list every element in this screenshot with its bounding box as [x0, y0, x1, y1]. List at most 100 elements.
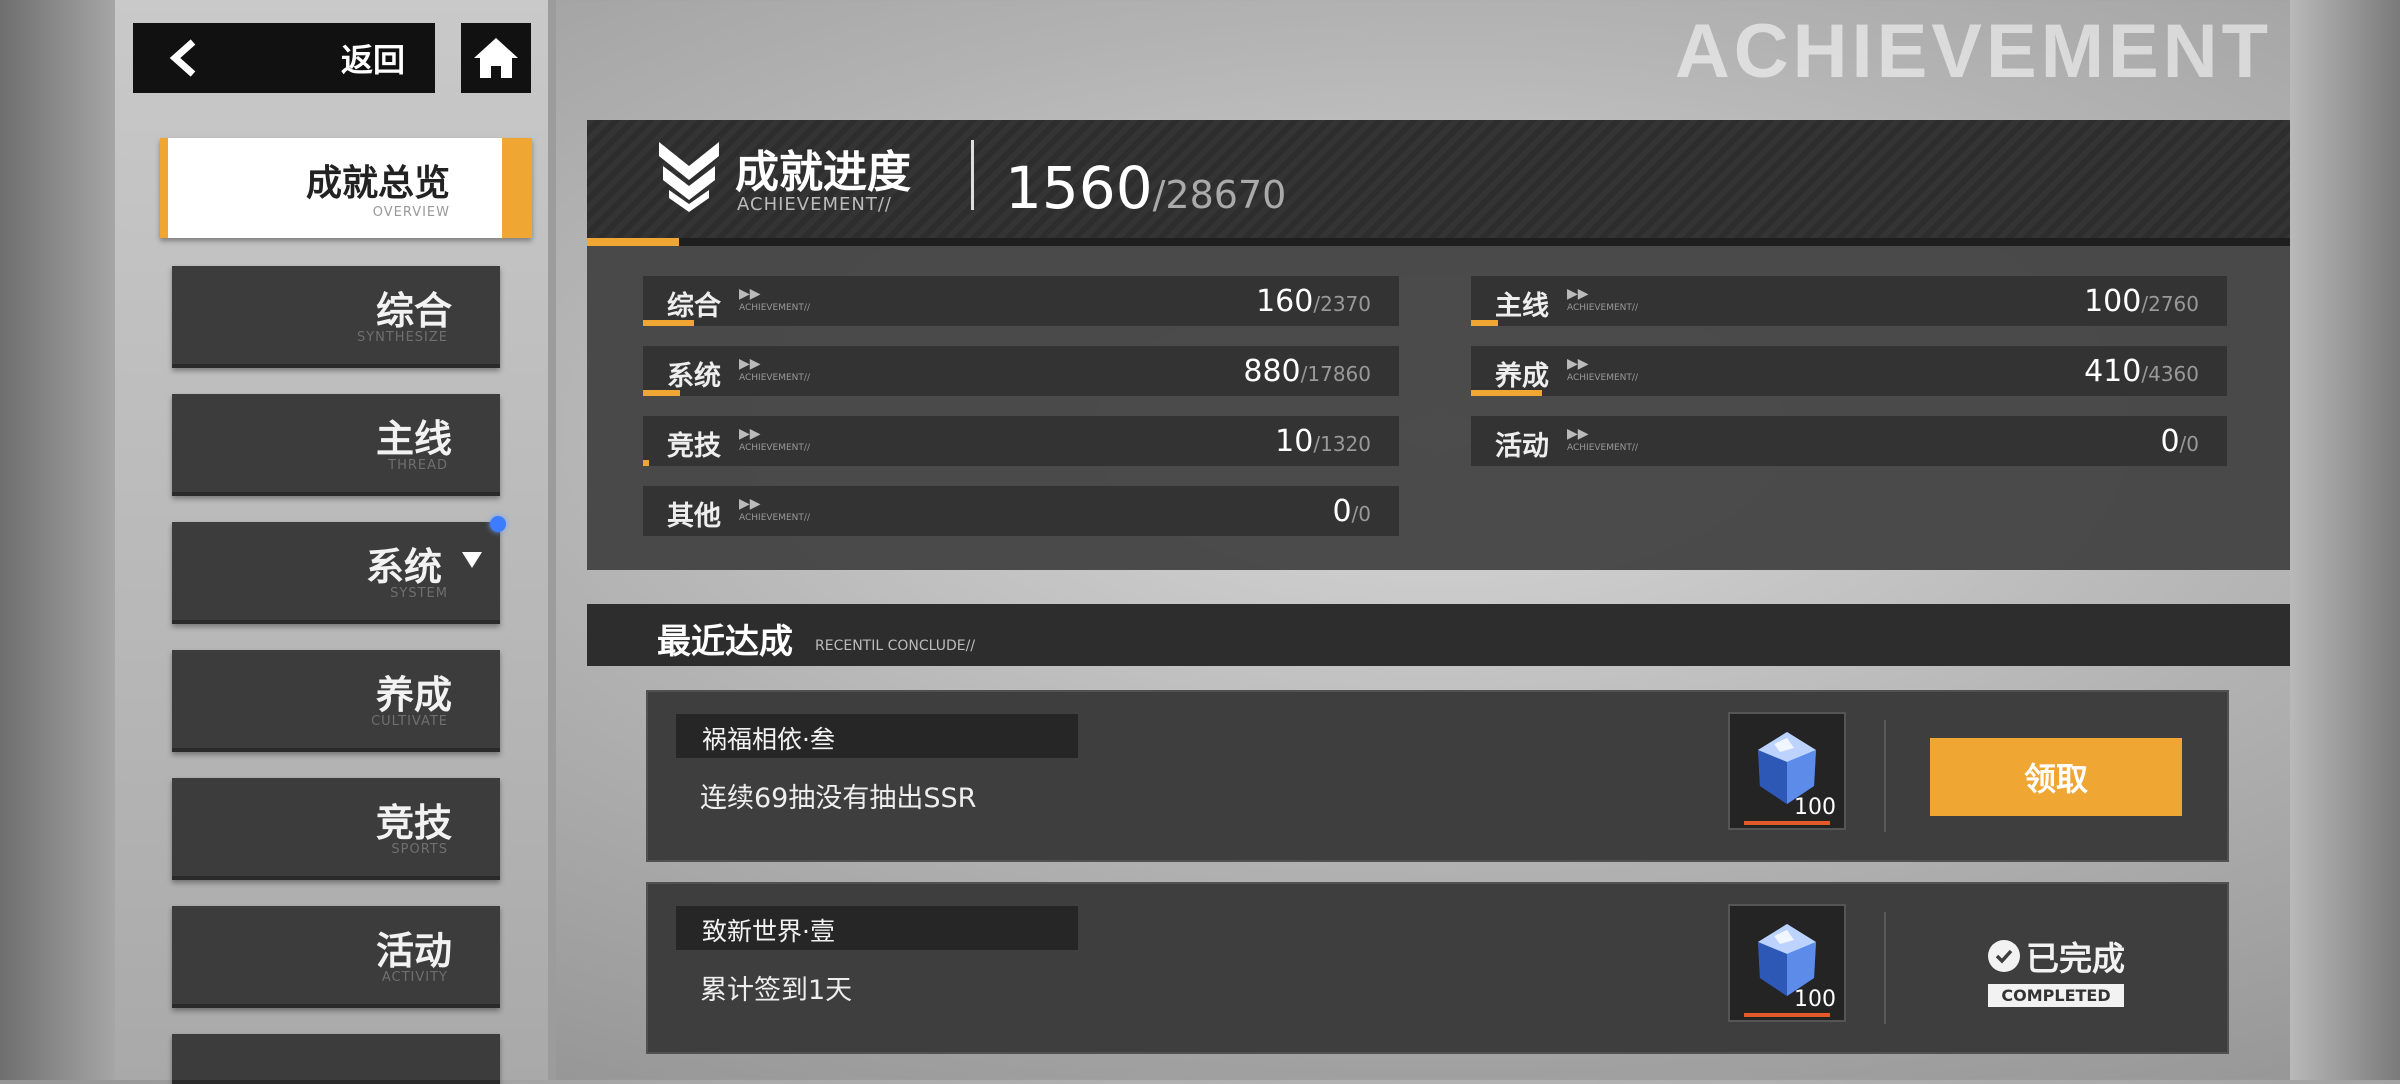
chevron-left-icon — [169, 39, 196, 77]
category-value: 0/0 — [2160, 424, 2199, 459]
checkmark-icon — [1988, 940, 2020, 972]
category-sublabel: ACHIEVEMENT// — [739, 373, 810, 383]
category-label: 综合 — [667, 291, 721, 322]
completed-sublabel: COMPLETED — [1988, 984, 2124, 1007]
completed-row: 已完成 — [1988, 932, 2128, 980]
category-row-system: 系统 ▶▶ ACHIEVEMENT// 880/17860 — [643, 346, 1399, 396]
sidebar-edge — [548, 0, 556, 1080]
completed-label: 已完成 — [2026, 939, 2125, 978]
category-total: /2370 — [1313, 292, 1371, 316]
sidebar-item-more[interactable] — [172, 1034, 500, 1084]
sidebar-item-overview[interactable]: 成就总览 OVERVIEW — [160, 138, 532, 238]
background-left — [0, 0, 115, 1080]
card-divider — [1884, 912, 1886, 1024]
fast-forward-icon: ▶▶ — [739, 356, 761, 372]
header-underline — [587, 238, 2290, 246]
card-divider — [1884, 720, 1886, 832]
reward-item[interactable]: 100 — [1728, 712, 1846, 830]
category-value: 880/17860 — [1243, 354, 1371, 389]
sidebar-item-sublabel: OVERVIEW — [372, 205, 450, 220]
sidebar-item-label: 主线 — [375, 417, 452, 461]
category-total: /1320 — [1313, 432, 1371, 456]
reward-underline — [1744, 821, 1830, 825]
achievement-name-tag: 祸福相依·叁 — [676, 714, 1078, 758]
progress-subtitle: ACHIEVEMENT// — [737, 194, 892, 215]
category-total: /0 — [1351, 502, 1371, 526]
achievement-description: 连续69抽没有抽出SSR — [700, 783, 977, 814]
sidebar-item-sublabel: SYNTHESIZE — [356, 330, 448, 345]
category-row-sports: 竞技 ▶▶ ACHIEVEMENT// 10/1320 — [643, 416, 1399, 466]
recent-subtitle: RECENTIL CONCLUDE// — [815, 638, 976, 654]
recent-title: 最近达成 — [657, 622, 793, 662]
header-accent — [587, 238, 679, 246]
header-divider — [971, 140, 974, 210]
category-count: 100 — [2084, 284, 2142, 319]
recent-achievements-header: 最近达成 RECENTIL CONCLUDE// — [587, 604, 2290, 666]
category-label: 系统 — [667, 361, 721, 392]
fast-forward-icon: ▶▶ — [1567, 426, 1589, 442]
claim-button[interactable]: 领取 — [1930, 738, 2182, 816]
sidebar-item-activity[interactable]: 活动 ACTIVITY — [172, 906, 500, 1008]
achievement-card: 致新世界·壹 累计签到1天 100 已完成 COMPLETED — [646, 882, 2229, 1054]
back-button[interactable]: 返回 — [133, 23, 435, 93]
category-row-synthesize: 综合 ▶▶ ACHIEVEMENT// 160/2370 — [643, 276, 1399, 326]
category-progress-bar — [643, 320, 695, 326]
category-total: /0 — [2179, 432, 2199, 456]
fast-forward-icon: ▶▶ — [739, 426, 761, 442]
sidebar-item-cultivate[interactable]: 养成 CULTIVATE — [172, 650, 500, 752]
category-value: 410/4360 — [2084, 354, 2199, 389]
category-count: 410 — [2084, 354, 2142, 389]
category-row-other: 其他 ▶▶ ACHIEVEMENT// 0/0 — [643, 486, 1399, 536]
achievement-chevron-icon — [659, 142, 719, 212]
sidebar-item-sublabel: THREAD — [388, 458, 448, 473]
sidebar-item-thread[interactable]: 主线 THREAD — [172, 394, 500, 496]
achievement-description: 累计签到1天 — [700, 975, 853, 1006]
sidebar-item-sublabel: SYSTEM — [390, 586, 448, 601]
category-progress-bar — [643, 460, 649, 466]
home-button[interactable] — [461, 23, 531, 93]
category-count: 0 — [2160, 424, 2180, 459]
reward-amount: 100 — [1794, 795, 1836, 820]
sidebar-item-label: 养成 — [375, 673, 452, 717]
category-sublabel: ACHIEVEMENT// — [1567, 303, 1638, 313]
sidebar-item-label: 成就总览 — [305, 163, 450, 204]
category-row-cultivate: 养成 ▶▶ ACHIEVEMENT// 410/4360 — [1471, 346, 2227, 396]
notification-dot — [490, 516, 506, 532]
category-row-activity: 活动 ▶▶ ACHIEVEMENT// 0/0 — [1471, 416, 2227, 466]
home-icon — [474, 38, 518, 78]
sidebar-item-label: 综合 — [375, 289, 452, 333]
score-total: /28670 — [1152, 173, 1287, 217]
sidebar-item-sports[interactable]: 竞技 SPORTS — [172, 778, 500, 880]
category-sublabel: ACHIEVEMENT// — [739, 303, 810, 313]
category-value: 0/0 — [1332, 494, 1371, 529]
category-label: 竞技 — [667, 431, 721, 462]
progress-title: 成就进度 — [735, 147, 911, 198]
achievement-watermark: ACHIEVEMENT — [1674, 9, 2272, 94]
fast-forward-icon: ▶▶ — [1567, 356, 1589, 372]
reward-underline — [1744, 1013, 1830, 1017]
reward-item[interactable]: 100 — [1728, 904, 1846, 1022]
fast-forward-icon: ▶▶ — [739, 496, 761, 512]
category-label: 其他 — [667, 501, 721, 532]
sidebar-item-synthesize[interactable]: 综合 SYNTHESIZE — [172, 266, 500, 368]
category-label: 主线 — [1495, 291, 1549, 322]
achievement-name: 祸福相依·叁 — [702, 725, 835, 754]
category-label: 养成 — [1495, 361, 1549, 392]
sidebar-item-system[interactable]: 系统 SYSTEM — [172, 516, 506, 624]
sidebar-item-label: 竞技 — [375, 801, 452, 845]
category-progress-bar — [1471, 390, 1543, 396]
category-value: 100/2760 — [2084, 284, 2199, 319]
category-count: 10 — [1275, 424, 1314, 459]
category-value: 160/2370 — [1256, 284, 1371, 319]
fast-forward-icon: ▶▶ — [1567, 286, 1589, 302]
category-count: 160 — [1256, 284, 1314, 319]
sidebar-item-label: 系统 — [365, 545, 442, 589]
category-count: 880 — [1243, 354, 1301, 389]
category-row-thread: 主线 ▶▶ ACHIEVEMENT// 100/2760 — [1471, 276, 2227, 326]
sidebar-item-label: 活动 — [375, 929, 452, 973]
progress-header: 成就进度 ACHIEVEMENT// 1560/28670 — [587, 120, 2290, 240]
category-count: 0 — [1332, 494, 1352, 529]
achievement-name-tag: 致新世界·壹 — [676, 906, 1078, 950]
category-sublabel: ACHIEVEMENT// — [739, 443, 810, 453]
progress-score: 1560/28670 — [1005, 154, 1286, 222]
